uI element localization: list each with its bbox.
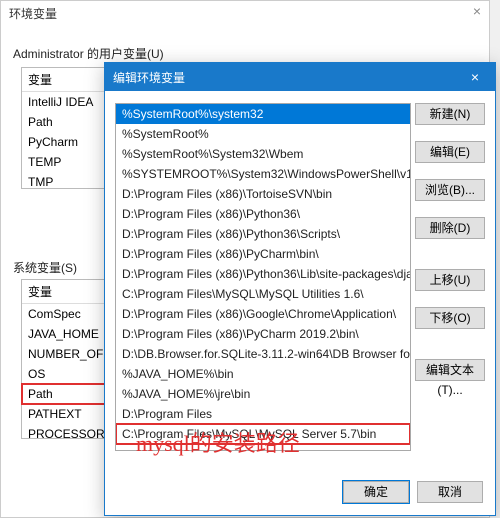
list-item[interactable]: D:\Program Files (x86)\Python36\ [116,204,410,224]
dialog-bottom-buttons: 确定 取消 [343,481,483,503]
table-row[interactable]: TMP [22,172,110,192]
list-item[interactable]: %SystemRoot%\system32 [116,104,410,124]
edit-dialog-title: 编辑环境变量 [113,69,185,86]
sys-vars-label: 系统变量(S) [13,259,77,276]
table-row[interactable]: ComSpec [22,304,110,324]
table-row[interactable]: OS [22,364,110,384]
user-vars-table[interactable]: 变量 IntelliJ IDEA Path PyCharm TEMP TMP [21,67,111,189]
path-list[interactable]: %SystemRoot%\system32 %SystemRoot% %Syst… [115,103,411,451]
list-item[interactable]: D:\Program Files (x86)\PyCharm 2019.2\bi… [116,324,410,344]
list-item[interactable]: D:\Program Files (x86)\TortoiseSVN\bin [116,184,410,204]
edittext-button[interactable]: 编辑文本(T)... [415,359,485,381]
list-item[interactable]: %SystemRoot% [116,124,410,144]
env-vars-title: 环境变量 [1,1,489,26]
table-row[interactable]: NUMBER_OF [22,344,110,364]
sys-vars-header: 变量 [22,280,110,304]
list-item[interactable]: D:\Program Files (x86)\Python36\Scripts\ [116,224,410,244]
ok-button[interactable]: 确定 [343,481,409,503]
list-item[interactable]: %JAVA_HOME%\jre\bin [116,384,410,404]
close-icon[interactable]: × [455,63,495,91]
user-vars-label: Administrator 的用户变量(U) [13,45,164,62]
list-item[interactable]: D:\DB.Browser.for.SQLite-3.11.2-win64\DB… [116,344,410,364]
cancel-button[interactable]: 取消 [417,481,483,503]
table-row[interactable]: IntelliJ IDEA [22,92,110,112]
table-row-path[interactable]: Path [22,384,110,404]
list-item[interactable]: %JAVA_HOME%\bin [116,364,410,384]
list-item[interactable]: %SystemRoot%\System32\Wbem [116,144,410,164]
browse-button[interactable]: 浏览(B)... [415,179,485,201]
user-vars-header: 变量 [22,68,110,92]
edit-button[interactable]: 编辑(E) [415,141,485,163]
annotation-text: mysql的安装路径 [136,426,300,458]
list-item[interactable]: D:\Program Files (x86)\Python36\Lib\site… [116,264,410,284]
movedown-button[interactable]: 下移(O) [415,307,485,329]
list-item[interactable]: C:\Program Files\MySQL\MySQL Utilities 1… [116,284,410,304]
delete-button[interactable]: 删除(D) [415,217,485,239]
table-row[interactable]: Path [22,112,110,132]
new-button[interactable]: 新建(N) [415,103,485,125]
table-row[interactable]: JAVA_HOME [22,324,110,344]
table-row[interactable]: PROCESSOR [22,424,110,444]
table-row[interactable]: PyCharm [22,132,110,152]
list-item[interactable]: %SYSTEMROOT%\System32\WindowsPowerShell\… [116,164,410,184]
list-item[interactable]: D:\Program Files (x86)\Google\Chrome\App… [116,304,410,324]
table-row[interactable]: TEMP [22,152,110,172]
edit-dialog-titlebar[interactable]: 编辑环境变量 × [105,63,495,91]
button-column: 新建(N) 编辑(E) 浏览(B)... 删除(D) 上移(U) 下移(O) 编… [415,103,485,381]
table-row[interactable]: PATHEXT [22,404,110,424]
sys-vars-table[interactable]: 变量 ComSpec JAVA_HOME NUMBER_OF OS Path P… [21,279,111,439]
list-item[interactable]: D:\Program Files [116,404,410,424]
list-item[interactable]: D:\Program Files (x86)\PyCharm\bin\ [116,244,410,264]
close-icon[interactable]: × [473,3,481,19]
moveup-button[interactable]: 上移(U) [415,269,485,291]
